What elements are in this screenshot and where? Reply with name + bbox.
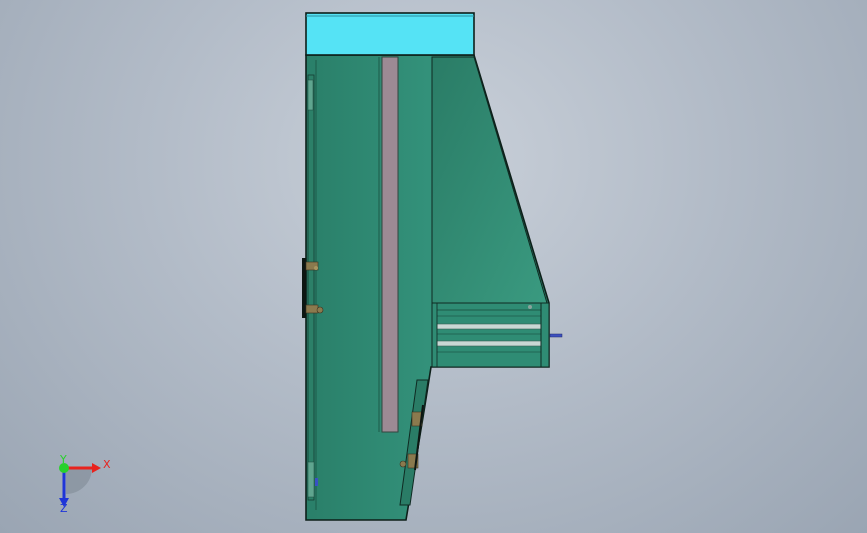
- side-wedge-panel[interactable]: [431, 56, 548, 304]
- x-axis-arrow: [92, 463, 101, 473]
- z-axis-label: Z: [60, 502, 68, 515]
- drawer-compartment[interactable]: [431, 302, 563, 368]
- drawer-rail-top: [436, 323, 542, 330]
- drawer-rail-bottom: [436, 340, 542, 347]
- y-axis-label: Y: [59, 453, 67, 466]
- connector-blue: [315, 478, 318, 486]
- drawer-frame: [431, 302, 550, 368]
- vertical-slot[interactable]: [381, 56, 399, 433]
- x-axis-label: X: [103, 458, 111, 471]
- top-cover[interactable]: [305, 12, 475, 56]
- cabinet-model[interactable]: [302, 12, 563, 521]
- cad-viewport[interactable]: X Y Z: [0, 0, 867, 533]
- left-frame-strip: [307, 74, 315, 501]
- orientation-triad[interactable]: X Y Z: [59, 453, 111, 515]
- drawer-handle[interactable]: [549, 333, 563, 338]
- connector-bottom: [307, 461, 315, 498]
- connector-top: [307, 79, 314, 111]
- drawer-screw: [528, 305, 532, 309]
- triad-shadow: [66, 468, 92, 494]
